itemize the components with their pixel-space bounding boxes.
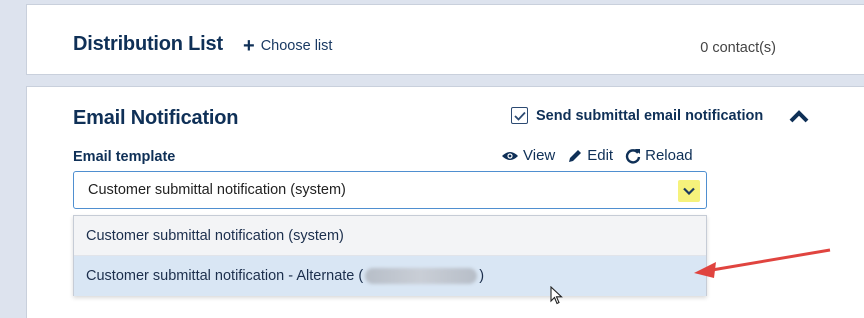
dropdown-option-system[interactable]: Customer submittal notification (system) xyxy=(74,216,706,256)
dropdown-option-alternate[interactable]: Customer submittal notification - Altern… xyxy=(74,256,706,296)
option-label-suffix: ) xyxy=(479,268,485,284)
send-notification-toggle[interactable]: Send submittal email notification xyxy=(511,107,763,124)
reload-button[interactable]: Reload xyxy=(625,147,693,164)
view-label: View xyxy=(523,147,556,164)
choose-list-button[interactable]: + Choose list xyxy=(243,35,333,57)
reload-label: Reload xyxy=(645,147,693,164)
edit-label: Edit xyxy=(587,147,614,164)
chevron-down-icon[interactable] xyxy=(678,180,700,202)
template-actions: View Edit Reload xyxy=(501,147,693,164)
reload-icon xyxy=(625,148,641,163)
distribution-list-title: Distribution List xyxy=(73,33,223,55)
selected-template-value: Customer submittal notification (system) xyxy=(88,182,346,198)
option-label-prefix: Customer submittal notification - Altern… xyxy=(86,268,364,284)
send-notification-label: Send submittal email notification xyxy=(536,107,764,124)
plus-icon: + xyxy=(243,35,255,57)
view-button[interactable]: View xyxy=(501,147,555,164)
choose-list-label: Choose list xyxy=(260,38,333,54)
distribution-list-panel: Distribution List + Choose list 0 contac… xyxy=(26,4,864,75)
email-notification-title: Email Notification xyxy=(73,107,239,129)
annotation-arrow-icon xyxy=(694,248,831,278)
email-template-select[interactable]: Customer submittal notification (system) xyxy=(73,171,707,209)
template-dropdown-list: Customer submittal notification (system)… xyxy=(73,215,707,296)
send-notification-checkbox[interactable] xyxy=(511,107,528,124)
option-label: Customer submittal notification (system) xyxy=(86,227,344,244)
email-template-label: Email template xyxy=(73,149,176,165)
pencil-icon xyxy=(569,149,582,162)
redacted-name xyxy=(365,268,478,284)
collapse-chevron-up-icon[interactable] xyxy=(789,109,809,128)
checkmark-icon xyxy=(513,111,526,121)
contact-count: 0 contact(s) xyxy=(700,40,776,56)
eye-icon xyxy=(502,151,518,160)
edit-button[interactable]: Edit xyxy=(567,147,613,164)
mouse-cursor-icon xyxy=(550,286,563,305)
